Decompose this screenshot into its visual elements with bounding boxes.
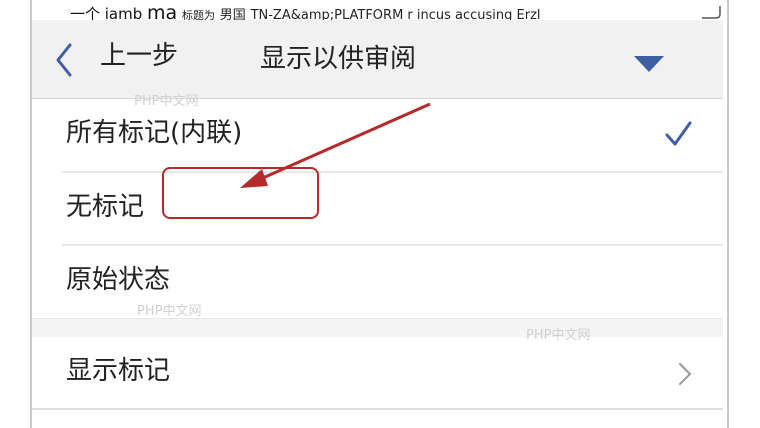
back-chevron-icon[interactable]: [54, 42, 74, 78]
page-title: 显示以供审阅: [260, 44, 417, 74]
section-separator: [32, 318, 723, 338]
option-label: 所有标记(内联): [66, 118, 243, 148]
checkmark-icon: [665, 121, 692, 146]
watermark-text: PHP中文网: [137, 304, 202, 319]
option-original[interactable]: 原始状态: [32, 246, 723, 318]
annotation-highlight-box: [162, 167, 319, 219]
show-markup-row[interactable]: 显示标记: [32, 337, 723, 409]
dropdown-triangle-icon[interactable]: [632, 54, 666, 74]
show-markup-label: 显示标记: [66, 356, 171, 386]
watermark-text: PHP中文网: [526, 328, 591, 343]
corner-arrow-icon: [702, 6, 721, 19]
navigation-bar: 上一步 显示以供审阅: [32, 20, 723, 99]
option-label: 无标记: [66, 192, 145, 222]
option-label: 原始状态: [66, 265, 171, 295]
bottom-divider: [32, 408, 723, 410]
option-all-markup[interactable]: 所有标记(内联): [32, 99, 723, 171]
back-button[interactable]: 上一步: [100, 38, 178, 74]
option-no-markup[interactable]: 无标记: [32, 173, 723, 245]
chevron-right-icon: [679, 363, 691, 385]
watermark-text: PHP中文网: [134, 94, 199, 109]
